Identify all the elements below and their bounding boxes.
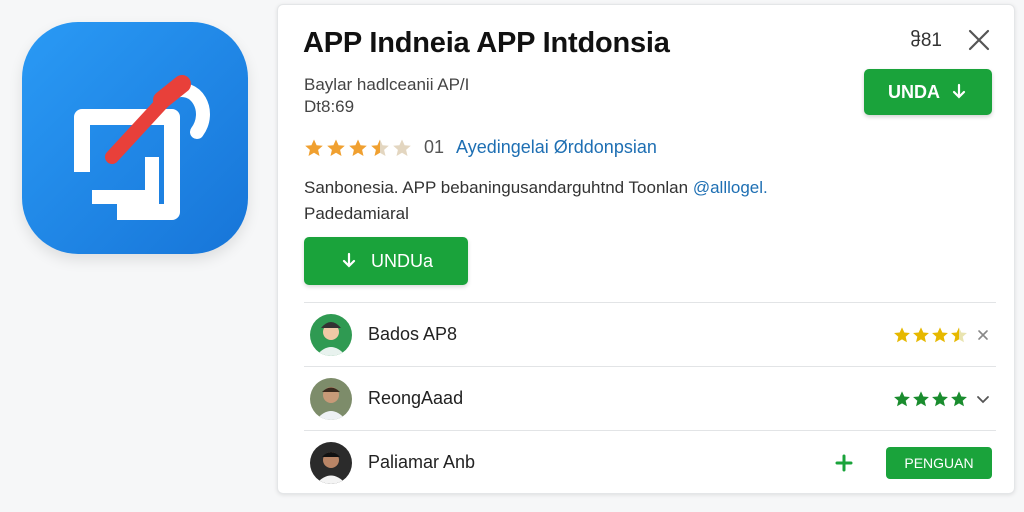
download-button-top[interactable]: UNDA xyxy=(864,69,992,115)
description-mention[interactable]: @alllogel. xyxy=(693,178,768,197)
close-icon xyxy=(968,29,990,51)
star-icon xyxy=(951,391,967,407)
app-size: Dt8:69 xyxy=(304,97,355,116)
list-item[interactable]: Paliamar Anb PENGUAN xyxy=(304,430,996,494)
avatar xyxy=(310,377,352,420)
description-line2: Padedamiaral xyxy=(304,204,409,223)
rating-link[interactable]: Ayedingelai Ørddonpsian xyxy=(456,137,657,158)
star-icon xyxy=(913,391,929,407)
publisher-name: Baylar hadlceanii AP/I xyxy=(304,75,470,94)
review-stars xyxy=(893,326,968,344)
close-button[interactable] xyxy=(964,25,994,55)
review-stars xyxy=(893,390,968,408)
avatar xyxy=(310,441,352,484)
reviewer-name: ReongAaad xyxy=(368,388,464,408)
download-top-label: UNDA xyxy=(888,81,940,102)
reviewer-name: Bados AP8 xyxy=(368,324,458,344)
plus-icon[interactable] xyxy=(834,453,854,473)
chevron-down-icon[interactable] xyxy=(974,390,992,408)
star-icon xyxy=(305,139,323,156)
reviews-list: Bados AP8 ReongAaad Paliamar Anb PENGUAN xyxy=(304,302,996,494)
star-icon xyxy=(913,327,929,343)
download-button-main[interactable]: UNDUa xyxy=(304,237,468,285)
star-icon xyxy=(951,327,967,343)
star-icon xyxy=(932,327,948,343)
star-icon xyxy=(349,139,367,156)
close-icon[interactable] xyxy=(974,326,992,344)
follow-button[interactable]: PENGUAN xyxy=(886,447,992,479)
list-item[interactable]: ReongAaad xyxy=(304,366,996,430)
counter-text: ჵ81 xyxy=(910,30,942,51)
download-main-label: UNDUa xyxy=(370,250,433,271)
star-icon xyxy=(393,139,411,156)
rating-stars xyxy=(304,138,412,158)
star-icon xyxy=(327,139,345,156)
list-item[interactable]: Bados AP8 xyxy=(304,302,996,366)
app-description: Sanbonesia. APP bebaningusandarguhtnd To… xyxy=(304,175,864,227)
download-arrow-icon xyxy=(952,83,966,99)
star-icon xyxy=(932,391,948,407)
app-detail-card: APP Indneia APP Intdonsia ჵ81 Baylar had… xyxy=(277,4,1015,494)
description-text: Sanbonesia. APP bebaningusandarguhtnd To… xyxy=(304,178,689,197)
star-icon xyxy=(371,139,389,156)
app-title: APP Indneia APP Intdonsia xyxy=(303,27,670,59)
rating-row: 01 Ayedingelai Ørddonpsian xyxy=(304,137,657,158)
download-icon xyxy=(342,252,356,268)
star-icon xyxy=(894,391,910,407)
rating-count: 01 xyxy=(424,137,445,157)
app-logo-icon xyxy=(22,22,248,254)
avatar xyxy=(310,313,352,356)
reviewer-name: Paliamar Anb xyxy=(368,452,476,472)
star-icon xyxy=(894,327,910,343)
